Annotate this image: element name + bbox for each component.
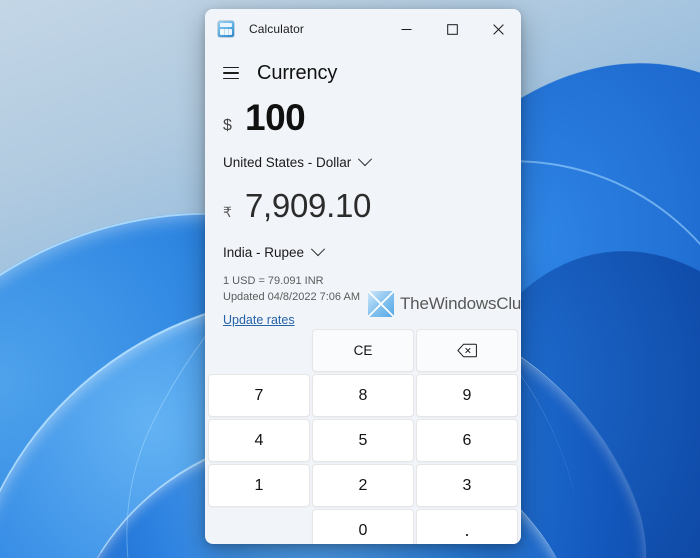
hamburger-line-3	[223, 77, 239, 80]
window-title: Calculator	[249, 22, 305, 36]
key-3-label: 3	[462, 476, 472, 494]
key-5-label: 5	[358, 431, 368, 449]
from-amount-row[interactable]: $ 100	[223, 99, 503, 147]
key-2-label: 2	[358, 476, 368, 494]
page-title: Currency	[257, 61, 338, 84]
from-currency-symbol: $	[223, 117, 232, 134]
close-button[interactable]	[475, 9, 521, 49]
key-8[interactable]: 8	[312, 374, 414, 417]
hamburger-menu-icon[interactable]	[213, 57, 249, 89]
window-title-bar[interactable]: Calculator	[205, 9, 521, 49]
rate-info-block: 1 USD = 79.091 INR Updated 04/8/2022 7:0…	[205, 265, 521, 329]
key-clear-entry[interactable]: CE	[312, 329, 414, 372]
hamburger-line-2	[223, 72, 239, 74]
key-spacer-2	[208, 509, 310, 544]
key-5[interactable]: 5	[312, 419, 414, 462]
from-currency-selector[interactable]: United States - Dollar	[223, 149, 503, 175]
to-currency-label: India - Rupee	[223, 244, 305, 260]
key-6[interactable]: 6	[416, 419, 518, 462]
to-currency-symbol: ₹	[223, 204, 232, 220]
key-1-label: 1	[254, 476, 264, 494]
key-decimal-label: .	[464, 520, 470, 540]
key-9-label: 9	[462, 386, 472, 404]
window-controls	[383, 9, 521, 49]
key-7-label: 7	[254, 386, 264, 404]
numeric-keypad: CE 7 8 9 4 5 6 1 2 3 0.	[205, 329, 521, 544]
key-1[interactable]: 1	[208, 464, 310, 507]
chevron-down-icon	[310, 242, 326, 257]
key-spacer	[208, 329, 310, 372]
key-0-label: 0	[358, 521, 368, 539]
key-0[interactable]: 0	[312, 509, 414, 544]
update-rates-link[interactable]: Update rates	[223, 311, 503, 329]
key-6-label: 6	[462, 431, 472, 449]
key-clear-entry-label: CE	[353, 343, 373, 358]
from-currency-label: United States - Dollar	[223, 154, 352, 170]
key-7[interactable]: 7	[208, 374, 310, 417]
calculator-window: Calculator Currency $ 100 United States …	[205, 9, 521, 544]
key-4-label: 4	[254, 431, 264, 449]
mode-header: Currency	[205, 49, 521, 95]
to-amount-row[interactable]: ₹ 7,909.10	[223, 189, 503, 237]
to-currency-selector[interactable]: India - Rupee	[223, 239, 503, 265]
key-8-label: 8	[358, 386, 368, 404]
key-9[interactable]: 9	[416, 374, 518, 417]
rate-updated-text: Updated 04/8/2022 7:06 AM	[223, 290, 360, 303]
calculator-icon	[218, 21, 234, 37]
key-4[interactable]: 4	[208, 419, 310, 462]
backspace-icon	[457, 343, 477, 358]
converter-display: $ 100 United States - Dollar ₹ 7,909.10 …	[205, 95, 521, 265]
key-decimal[interactable]: .	[416, 509, 518, 544]
desktop-background: Calculator Currency $ 100 United States …	[0, 0, 700, 558]
to-amount-value: 7,909.10	[245, 187, 372, 224]
from-amount-value: 100	[245, 97, 306, 138]
key-3[interactable]: 3	[416, 464, 518, 507]
key-backspace[interactable]	[416, 329, 518, 372]
chevron-down-icon	[358, 152, 373, 167]
conversion-rate-text: 1 USD = 79.091 INR	[223, 275, 324, 287]
hamburger-line-1	[223, 66, 239, 69]
minimize-button[interactable]	[383, 9, 429, 49]
key-2[interactable]: 2	[312, 464, 414, 507]
maximize-button[interactable]	[429, 9, 475, 49]
